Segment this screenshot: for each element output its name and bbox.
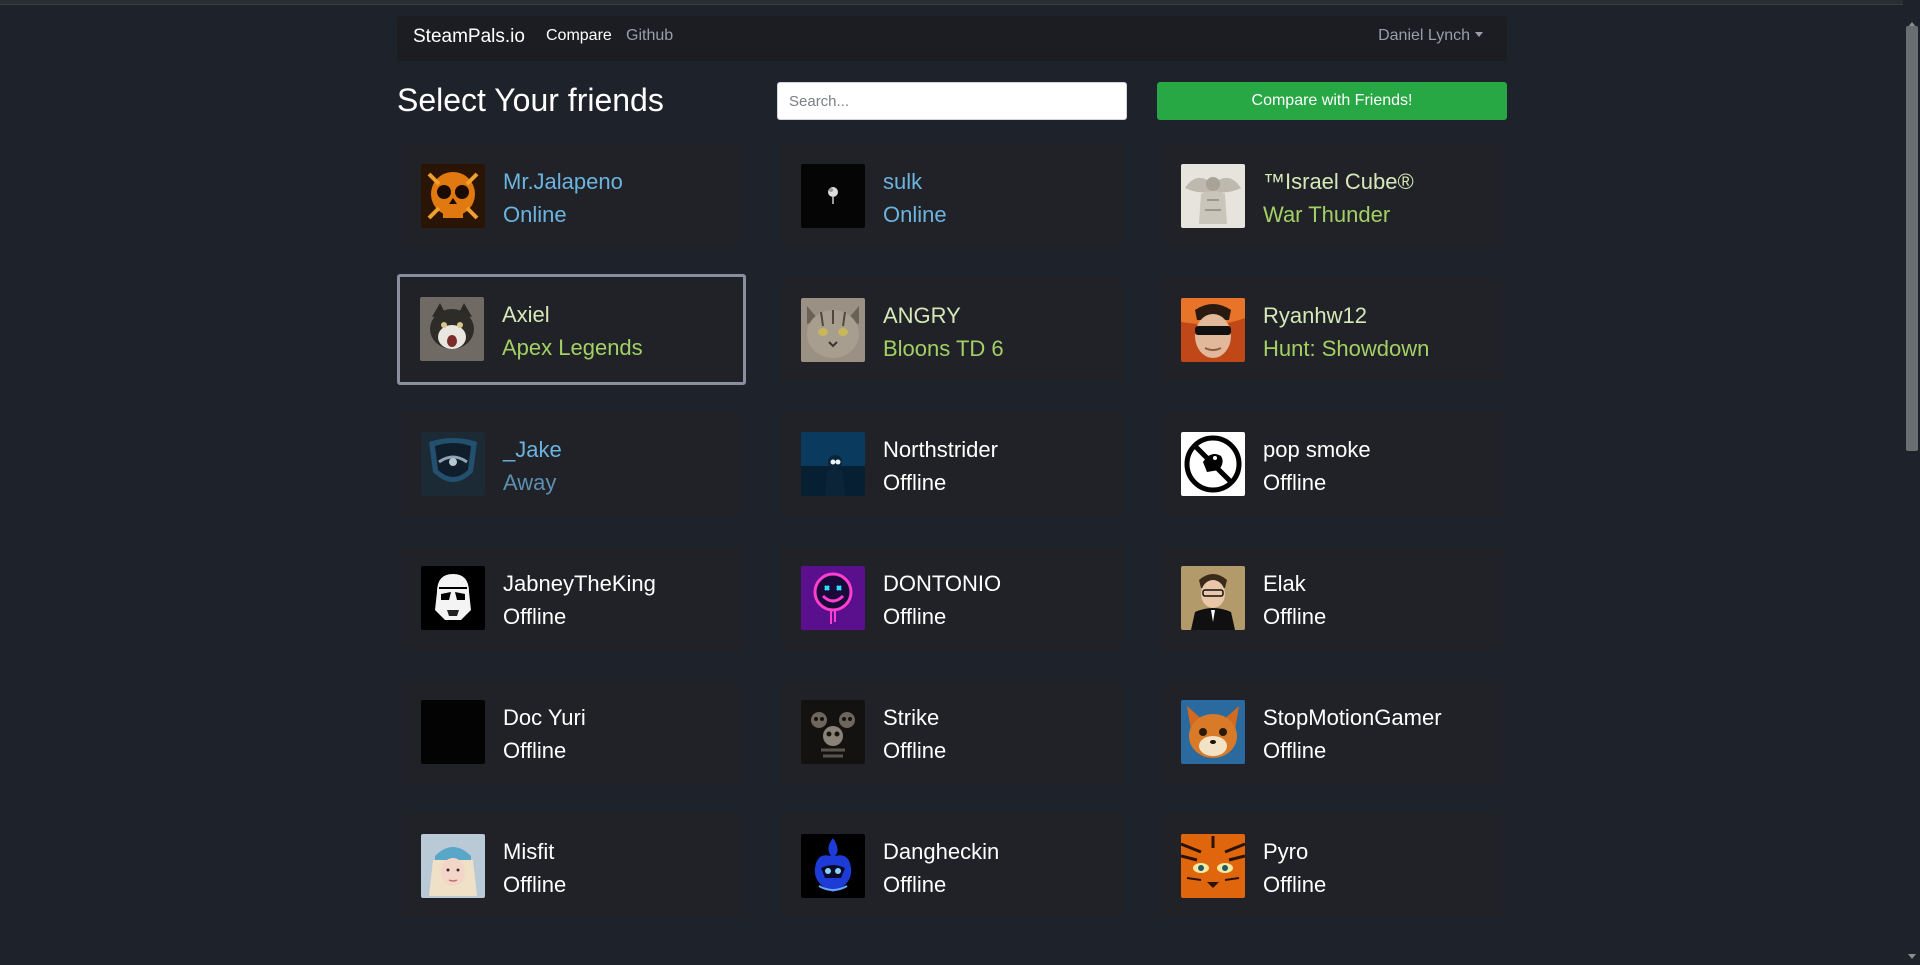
friend-card[interactable]: Ryanhw12 Hunt: Showdown	[1161, 278, 1503, 382]
fox-icon	[1181, 700, 1245, 764]
shield-emblem-icon	[421, 432, 485, 496]
tiger-face-icon	[1181, 834, 1245, 898]
friend-card[interactable]: Misfit Offline	[401, 814, 743, 918]
friend-status: Offline	[883, 738, 947, 763]
tabby-cat-icon	[801, 298, 865, 362]
blue-flame-icon	[801, 834, 865, 898]
scrollbar[interactable]	[1903, 0, 1920, 965]
friend-card[interactable]: Northstrider Offline	[781, 412, 1123, 516]
friend-status: Apex Legends	[502, 335, 643, 360]
friend-status: Offline	[883, 604, 947, 629]
friend-name: ™Israel Cube®	[1263, 169, 1414, 194]
friend-card[interactable]: sulk Online	[781, 144, 1123, 248]
orange-skull-icon	[421, 164, 485, 228]
user-name: Daniel Lynch	[1378, 27, 1470, 44]
beanie-girl-icon	[421, 834, 485, 898]
friend-name: Northstrider	[883, 437, 998, 462]
friend-card[interactable]: Elak Offline	[1161, 546, 1503, 650]
friend-name: Pyro	[1263, 839, 1309, 864]
brand-logo[interactable]: SteamPals.io	[413, 26, 525, 48]
friend-card[interactable]: Strike Offline	[781, 680, 1123, 784]
friend-status: Offline	[1263, 738, 1327, 763]
page-title: Select Your friends	[397, 82, 664, 118]
browser-top-edge	[0, 0, 1920, 5]
nav-link-compare[interactable]: Compare	[546, 27, 612, 45]
friend-card[interactable]: pop smoke Offline	[1161, 412, 1503, 516]
neon-smiley-icon	[801, 566, 865, 630]
friend-name: StopMotionGamer	[1263, 705, 1442, 730]
friend-name: Dangheckin	[883, 839, 1000, 864]
friend-name: ANGRY	[883, 303, 961, 328]
man-in-suit-icon	[1181, 566, 1245, 630]
black-square-icon	[421, 700, 485, 764]
friend-card[interactable]: DONTONIO Offline	[781, 546, 1123, 650]
friend-card[interactable]: Dangheckin Offline	[781, 814, 1123, 918]
friend-status: Offline	[1263, 470, 1327, 495]
friend-name: Mr.Jalapeno	[503, 169, 623, 194]
scroll-thumb[interactable]	[1906, 26, 1918, 451]
friend-name: Ryanhw12	[1263, 303, 1367, 328]
user-dropdown[interactable]: Daniel Lynch	[1378, 27, 1483, 45]
friend-name: Misfit	[503, 839, 555, 864]
navbar: SteamPals.io Compare Github Daniel Lynch	[397, 16, 1507, 61]
friend-name: Strike	[883, 705, 940, 730]
friend-card[interactable]: _Jake Away	[401, 412, 743, 516]
stormtrooper-icon	[421, 566, 485, 630]
friend-status: Offline	[503, 604, 567, 629]
friend-status: Offline	[503, 738, 567, 763]
friend-status: Offline	[883, 872, 947, 897]
friend-name: _Jake	[503, 437, 562, 462]
nav-link-github[interactable]: Github	[626, 27, 673, 45]
friend-name: sulk	[883, 169, 923, 194]
friend-status: Bloons TD 6	[883, 336, 1004, 361]
friend-name: Doc Yuri	[503, 705, 586, 730]
glowing-figure-icon	[801, 432, 865, 496]
friend-status: Offline	[1263, 604, 1327, 629]
friend-status: Online	[503, 202, 567, 227]
friend-card[interactable]: ANGRY Bloons TD 6	[781, 278, 1123, 382]
scroll-down-icon[interactable]	[1908, 954, 1916, 959]
search-input[interactable]	[777, 82, 1127, 120]
friend-name: Axiel	[502, 302, 550, 327]
skulls-icon	[801, 700, 865, 764]
sunglasses-man-icon	[1181, 298, 1245, 362]
friend-status: Hunt: Showdown	[1263, 336, 1430, 361]
friend-name: Elak	[1263, 571, 1306, 596]
friend-card[interactable]: JabneyTheKing Offline	[401, 546, 743, 650]
friend-name: DONTONIO	[883, 571, 1002, 596]
friend-status: Offline	[1263, 872, 1327, 897]
white-rose-icon	[801, 164, 865, 228]
caret-down-icon	[1475, 32, 1483, 37]
angel-statue-icon	[1181, 164, 1245, 228]
friend-status: Offline	[503, 872, 567, 897]
friend-card[interactable]: Doc Yuri Offline	[401, 680, 743, 784]
friend-card[interactable]: StopMotionGamer Offline	[1161, 680, 1503, 784]
friend-status: Away	[503, 470, 557, 495]
friend-name: JabneyTheKing	[503, 571, 656, 596]
friend-card[interactable]: Axiel Apex Legends	[397, 274, 746, 385]
friend-status: Online	[883, 202, 947, 227]
friend-card[interactable]: Mr.Jalapeno Online	[401, 144, 743, 248]
friend-status: Offline	[883, 470, 947, 495]
friend-card[interactable]: Pyro Offline	[1161, 814, 1503, 918]
no-bird-icon	[1181, 432, 1245, 496]
friend-status: War Thunder	[1263, 202, 1391, 227]
friend-name: pop smoke	[1263, 437, 1371, 462]
compare-button[interactable]: Compare with Friends!	[1157, 82, 1507, 120]
screaming-cat-icon	[420, 297, 484, 361]
friend-card[interactable]: ™Israel Cube® War Thunder	[1161, 144, 1503, 248]
